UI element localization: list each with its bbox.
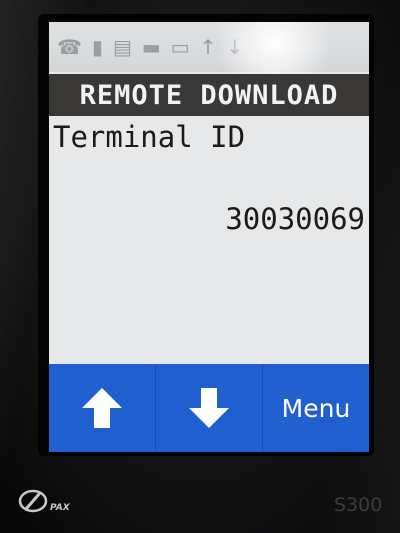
brand-name: PAX (50, 503, 70, 513)
terminal-id-value: 30030069 (225, 202, 365, 236)
terminal-screen: ☎ ▮ ▤ ▬ ▭ ↑ ↓ REMOTE DOWNLOAD Terminal I… (49, 22, 369, 452)
up-arrow-icon: ↑ (199, 35, 217, 59)
printer-icon: ▤ (112, 35, 132, 59)
status-bar: ☎ ▮ ▤ ▬ ▭ ↑ ↓ (49, 22, 369, 92)
scroll-down-button[interactable] (156, 364, 263, 452)
terminal-id-label: Terminal ID (53, 120, 246, 154)
scroll-up-button[interactable] (49, 364, 156, 452)
page-title-bar: REMOTE DOWNLOAD (49, 74, 369, 116)
model-label: S300 (334, 494, 383, 516)
signal-bars-icon: ▮ (91, 35, 103, 59)
down-arrow-icon (189, 388, 229, 428)
pax-logo: PAX (18, 488, 70, 514)
battery-icon: ▭ (170, 35, 190, 59)
card-icon: ▬ (141, 35, 161, 59)
softkey-bar: Menu (49, 364, 369, 452)
payment-terminal: ☎ ▮ ▤ ▬ ▭ ↑ ↓ REMOTE DOWNLOAD Terminal I… (0, 0, 400, 533)
menu-button-label: Menu (281, 393, 351, 423)
up-arrow-icon (82, 388, 122, 428)
signal-tower-icon: ☎ (57, 35, 82, 59)
menu-button[interactable]: Menu (263, 364, 369, 452)
page-title: REMOTE DOWNLOAD (79, 79, 339, 111)
pax-logo-icon (18, 489, 48, 513)
down-arrow-icon: ↓ (226, 35, 244, 59)
